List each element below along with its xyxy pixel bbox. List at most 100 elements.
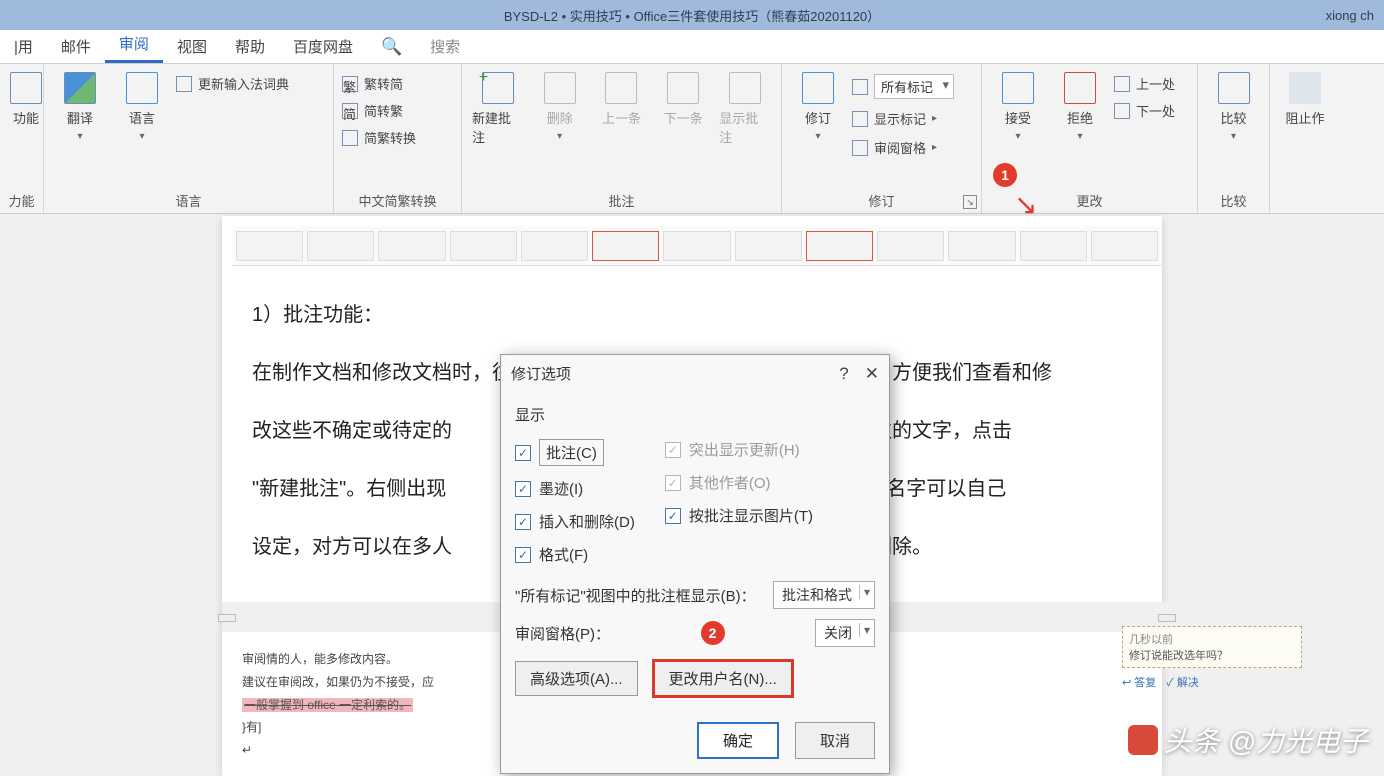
group-tracking: 修订▾ 所有标记 显示标记▸ 审阅窗格▸ 修订 ↘ <box>782 64 982 213</box>
document-title: BYSD-L2 • 实用技巧 • Office三件套使用技巧（熊春茹202011… <box>504 6 880 25</box>
tab-view[interactable]: 视图 <box>163 30 221 63</box>
simp-icon: 简 <box>342 103 358 119</box>
annotation-marker-2: 2 <box>701 621 725 645</box>
title-bar: BYSD-L2 • 实用技巧 • Office三件套使用技巧（熊春茹202011… <box>0 0 1384 30</box>
prev-comment-icon <box>605 72 637 104</box>
doc-heading: 1）批注功能： <box>252 286 1142 344</box>
checkbox-formatting[interactable]: ✓格式(F) <box>515 544 635 565</box>
accept-button[interactable]: 接受▾ <box>990 68 1046 146</box>
ok-button[interactable]: 确定 <box>697 722 779 759</box>
search-label[interactable]: 搜索 <box>416 30 474 63</box>
group-compare: 比较▾ 比较 <box>1198 64 1270 213</box>
convert-icon <box>342 130 358 146</box>
reject-button[interactable]: 拒绝▾ <box>1052 68 1108 146</box>
delete-comment-button: 删除▾ <box>532 68 588 146</box>
next-change-icon <box>1114 103 1130 119</box>
new-comment-icon: + <box>482 72 514 104</box>
balloons-select[interactable]: 批注和格式 <box>773 581 875 609</box>
balloons-label: "所有标记"视图中的批注框显示(B)： <box>515 585 756 606</box>
search-icon[interactable]: 🔍 <box>367 31 416 63</box>
compare-icon <box>1218 72 1250 104</box>
annotation-arrow-1: ↘ <box>1014 188 1037 221</box>
prev-change-button[interactable]: 上一处 <box>1114 74 1175 93</box>
reject-icon <box>1064 72 1096 104</box>
group-accessibility: 功能 力能 <box>0 64 44 213</box>
advanced-options-button[interactable]: 高级选项(A)... <box>515 661 638 696</box>
show-markup-button[interactable]: 显示标记▸ <box>852 109 954 128</box>
markup-icon <box>852 79 868 95</box>
tab-review[interactable]: 审阅 <box>105 27 163 63</box>
checkbox-other-authors: ✓其他作者(O) <box>665 472 813 493</box>
ime-icon <box>176 76 192 92</box>
update-ime-button[interactable]: 更新输入法词典 <box>176 74 289 93</box>
trad-to-simp-button[interactable]: 繁繁转简 <box>342 74 416 93</box>
user-name[interactable]: xiong ch <box>1326 8 1374 23</box>
language-icon <box>126 72 158 104</box>
track-changes-options-dialog: 修订选项 ? ✕ 显示 ✓批注(C) ✓墨迹(I) ✓插入和删除(D) ✓格式(… <box>500 354 890 774</box>
close-button[interactable]: ✕ <box>865 364 879 384</box>
language-button[interactable]: 语言▾ <box>114 68 170 146</box>
change-username-button[interactable]: 更改用户名(N)... <box>654 661 792 696</box>
reviewing-pane-select[interactable]: 关闭 <box>815 619 875 647</box>
chinese-convert-button[interactable]: 简繁转换 <box>342 128 416 147</box>
group-language: 翻译▾ 语言▾ 更新输入法词典 语言 <box>44 64 334 213</box>
simp-to-trad-button[interactable]: 简简转繁 <box>342 101 416 120</box>
prev-change-icon <box>1114 76 1130 92</box>
translate-button[interactable]: 翻译▾ <box>52 68 108 146</box>
reviewing-pane-label: 审阅窗格(P)： <box>515 623 610 644</box>
group-chinese-conversion: 繁繁转简 简简转繁 简繁转换 中文简繁转换 <box>334 64 462 213</box>
chevron-down-icon: ▾ <box>139 131 144 142</box>
dialog-title: 修订选项 <box>511 363 571 384</box>
help-button[interactable]: ? <box>839 364 848 384</box>
tab-help[interactable]: 帮助 <box>221 30 279 63</box>
checkbox-ink[interactable]: ✓墨迹(I) <box>515 478 635 499</box>
checkbox-insertions-deletions[interactable]: ✓插入和删除(D) <box>515 511 635 532</box>
watermark: 头条 @力光电子 <box>1128 720 1368 760</box>
new-comment-button[interactable]: +新建批注 <box>470 68 526 150</box>
markup-mode-select[interactable]: 所有标记 <box>852 74 954 99</box>
reviewing-pane-button[interactable]: 审阅窗格▸ <box>852 138 954 157</box>
section-label: 显示 <box>515 404 875 425</box>
tab-references[interactable]: |用 <box>0 30 47 63</box>
embedded-ribbon-image <box>232 226 1162 266</box>
chevron-down-icon: ▾ <box>77 131 82 142</box>
deleted-text: 一般掌握到 office 一定利索的。 <box>242 698 413 712</box>
person-icon <box>1289 72 1321 104</box>
next-change-button[interactable]: 下一处 <box>1114 101 1175 120</box>
chevron-down-icon: ▾ <box>815 131 820 142</box>
accessibility-button[interactable]: 功能 <box>8 68 44 131</box>
group-comments: +新建批注 删除▾ 上一条 下一条 显示批注 批注 <box>462 64 782 213</box>
resolve-button[interactable]: ✓ 解决 <box>1166 674 1199 690</box>
show-comments-button: 显示批注 <box>717 68 773 150</box>
next-comment-icon <box>667 72 699 104</box>
tab-mailings[interactable]: 邮件 <box>47 30 105 63</box>
accept-icon <box>1002 72 1034 104</box>
prev-comment-button: 上一条 <box>594 68 650 131</box>
trad-icon: 繁 <box>342 76 358 92</box>
comment-pane: 几秒以前 修订说能改选年吗？ ↩ 答复 ✓ 解决 <box>1122 626 1302 690</box>
tracking-dialog-launcher[interactable]: ↘ <box>963 195 977 209</box>
toutiao-logo-icon <box>1128 725 1158 755</box>
ribbon-tabs: |用 邮件 审阅 视图 帮助 百度网盘 🔍 搜索 <box>0 30 1384 64</box>
cancel-button[interactable]: 取消 <box>795 722 875 759</box>
checkbox-comments[interactable]: ✓批注(C) <box>515 439 635 466</box>
tab-baidu[interactable]: 百度网盘 <box>279 30 367 63</box>
translate-icon <box>64 72 96 104</box>
pane-icon <box>852 140 868 156</box>
track-changes-button[interactable]: 修订▾ <box>790 68 846 146</box>
comment-box[interactable]: 几秒以前 修订说能改选年吗？ <box>1122 626 1302 668</box>
compare-button[interactable]: 比较▾ <box>1206 68 1261 146</box>
annotation-marker-1: 1 <box>993 163 1017 187</box>
checkbox-highlight-updates: ✓突出显示更新(H) <box>665 439 813 460</box>
reply-button[interactable]: ↩ 答复 <box>1122 674 1156 690</box>
track-icon <box>802 72 834 104</box>
show-markup-icon <box>852 111 868 127</box>
block-authors-button[interactable]: 阻止作 <box>1278 68 1332 131</box>
next-comment-button: 下一条 <box>655 68 711 131</box>
delete-comment-icon <box>544 72 576 104</box>
dialog-titlebar: 修订选项 ? ✕ <box>501 355 889 392</box>
ribbon: 功能 力能 翻译▾ 语言▾ 更新输入法词典 语言 繁繁转简 简简转繁 简繁转换 … <box>0 64 1384 214</box>
checkbox-pictures-by-comments[interactable]: ✓按批注显示图片(T) <box>665 505 813 526</box>
group-protect: 阻止作 <box>1270 64 1340 213</box>
accessibility-icon <box>10 72 42 104</box>
